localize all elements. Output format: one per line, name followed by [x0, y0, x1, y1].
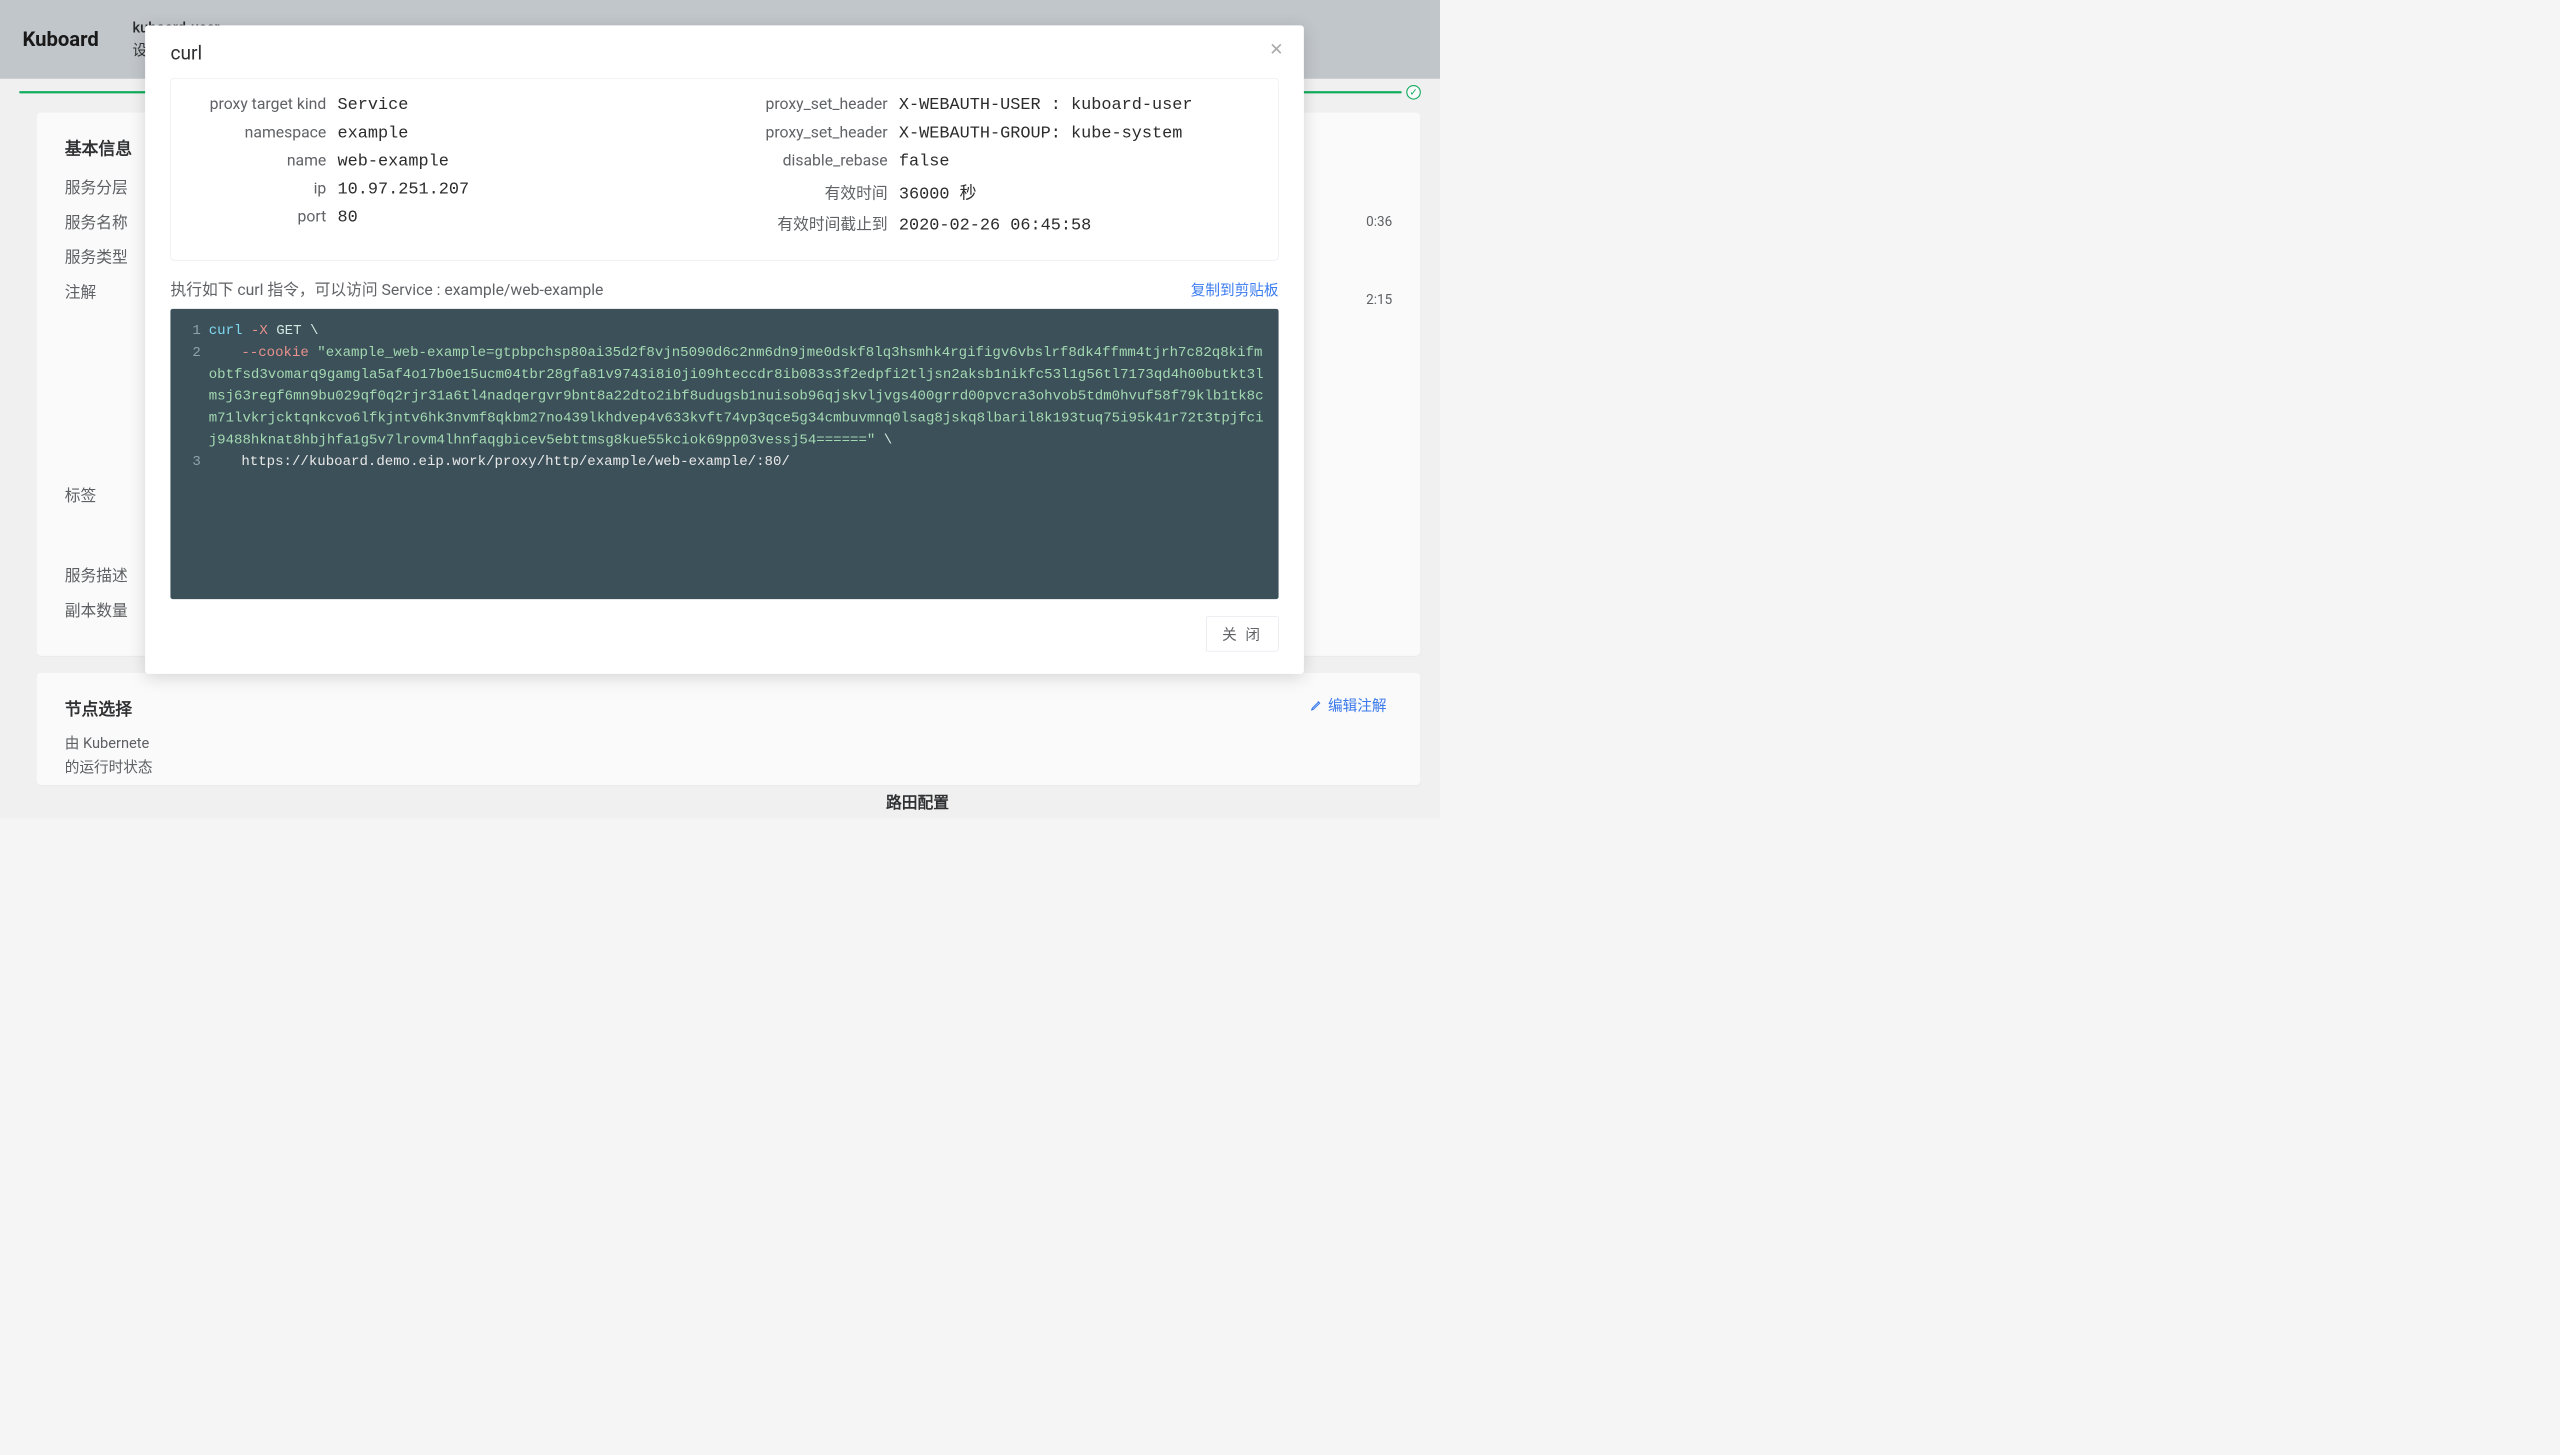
kv-key: proxy target kind — [191, 95, 337, 114]
code-flag: --cookie — [241, 344, 309, 360]
code-line: --cookie "example_web-example=gtpbpchsp8… — [209, 342, 1265, 451]
code-arg: GET — [276, 322, 301, 338]
kv-key: namespace — [191, 123, 337, 142]
kv-key: proxy_set_header — [736, 123, 899, 142]
modal-footer: 关 闭 — [170, 616, 1278, 651]
modal-title: curl — [170, 42, 1278, 65]
code-string: "example_web- — [317, 344, 427, 360]
kv-value: 2020-02-26 06:45:58 — [899, 216, 1091, 235]
kv-value: web-example — [338, 152, 449, 171]
kv-value: example — [338, 124, 409, 143]
line-number: 1 — [184, 320, 201, 342]
instruction-row: 执行如下 curl 指令，可以访问 Service : example/web-… — [170, 277, 1278, 300]
code-url: https://kuboard.demo.eip.work/proxy/http… — [241, 453, 790, 469]
line-number: 2 — [184, 342, 201, 451]
kv-value: 80 — [338, 208, 358, 227]
kv-key: proxy_set_header — [736, 95, 899, 114]
code-line: curl -X GET \ — [209, 320, 1265, 342]
info-col-left: proxy target kindService namespaceexampl… — [191, 95, 713, 244]
kv-key: port — [191, 207, 337, 226]
info-box: proxy target kindService namespaceexampl… — [170, 78, 1278, 260]
code-continuation: \ — [310, 322, 318, 338]
info-col-right: proxy_set_headerX-WEBAUTH-USER : kuboard… — [736, 95, 1258, 244]
kv-key: name — [191, 151, 337, 170]
kv-key: 有效时间截止到 — [736, 212, 899, 235]
close-button[interactable]: 关 闭 — [1206, 616, 1279, 651]
code-line: https://kuboard.demo.eip.work/proxy/http… — [209, 451, 1265, 473]
copy-to-clipboard-link[interactable]: 复制到剪贴板 — [1191, 278, 1279, 299]
kv-key: disable_rebase — [736, 151, 899, 170]
kv-value: Service — [338, 96, 409, 115]
kv-value: 36000 秒 — [899, 179, 977, 204]
close-icon[interactable]: ✕ — [1268, 41, 1285, 58]
code-block: 1 curl -X GET \ 2 --cookie "example_web-… — [170, 309, 1278, 599]
code-continuation: \ — [884, 431, 892, 447]
instruction-text: 执行如下 curl 指令，可以访问 Service : example/web-… — [170, 277, 603, 300]
curl-modal: curl ✕ proxy target kindService namespac… — [145, 25, 1304, 674]
kv-key: 有效时间 — [736, 181, 899, 204]
code-keyword: curl — [209, 322, 243, 338]
kv-value: 10.97.251.207 — [338, 180, 470, 199]
kv-value: false — [899, 152, 950, 171]
line-number: 3 — [184, 451, 201, 473]
kv-value: X-WEBAUTH-GROUP: kube-system — [899, 124, 1183, 143]
kv-value: X-WEBAUTH-USER : kuboard-user — [899, 96, 1193, 115]
kv-key: ip — [191, 179, 337, 198]
code-flag: -X — [251, 322, 268, 338]
